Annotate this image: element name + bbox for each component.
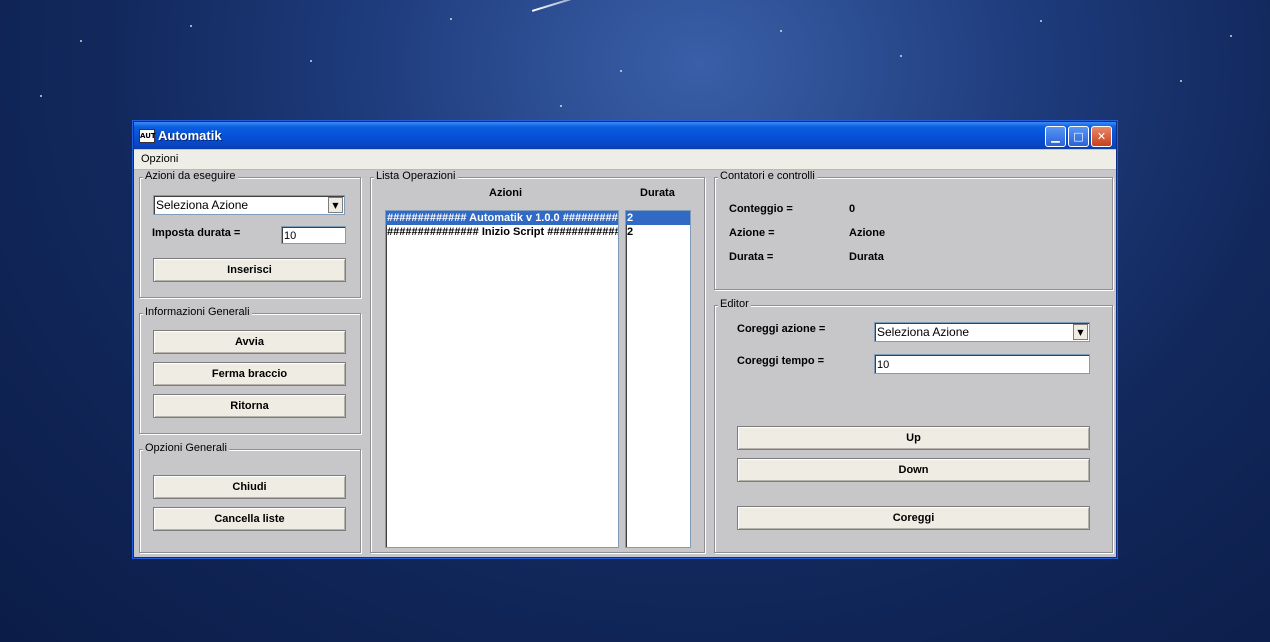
title-bar[interactable]: AUT Automatik ▁ □ ✕ [134,122,1116,149]
star [450,18,452,20]
durata-input[interactable]: 10 [281,226,346,244]
coreggi-button[interactable]: Coreggi [737,506,1090,530]
action-select-value: Seleziona Azione [156,198,249,212]
chevron-down-icon[interactable]: ▼ [1073,324,1088,340]
correggi-azione-select[interactable]: Seleziona Azione ▼ [874,322,1090,342]
star [620,70,622,72]
azione-value: Azione [849,227,886,239]
app-icon: AUT [139,129,156,143]
app-window: AUT Automatik ▁ □ ✕ Opzioni Azioni da es… [133,121,1117,558]
menu-bar: Opzioni [134,150,1116,170]
shooting-star [531,0,700,12]
star [1230,35,1232,37]
ferma-braccio-button[interactable]: Ferma braccio [153,362,346,386]
editor-group: Editor Coreggi azione = Seleziona Azione… [714,298,1113,553]
window-title: Automatik [158,128,222,143]
contatori-group: Contatori e controlli Conteggio = 0 Azio… [714,170,1113,290]
correggi-tempo-input[interactable]: 10 [874,354,1090,374]
opzioni-group: Opzioni Generali Chiudi Cancella liste [139,442,361,553]
action-select[interactable]: Seleziona Azione ▼ [153,195,345,215]
minimize-icon: ▁ [1051,130,1060,143]
lista-group: Lista Operazioni Azioni Durata #########… [370,170,705,553]
list-item-azione[interactable]: ############# Automatik v 1.0.0 ########… [386,211,618,225]
list-item-durata[interactable]: 2 [626,225,690,239]
chiudi-button[interactable]: Chiudi [153,475,346,499]
star [80,40,82,42]
azioni-listbox[interactable]: ############# Automatik v 1.0.0 ########… [385,210,619,548]
close-icon: ✕ [1096,130,1107,143]
imposta-durata-label: Imposta durata = [152,227,241,239]
ritorna-button[interactable]: Ritorna [153,394,346,418]
cancella-liste-button[interactable]: Cancella liste [153,507,346,531]
chevron-down-icon[interactable]: ▼ [328,197,343,213]
maximize-icon: □ [1073,130,1084,143]
star [560,105,562,107]
star [900,55,902,57]
durata-listbox[interactable]: 2 2 [625,210,691,548]
inserisci-button[interactable]: Inserisci [153,258,346,282]
conteggio-value: 0 [849,203,856,215]
conteggio-label: Conteggio = [729,203,793,215]
azioni-group-label: Azioni da eseguire [143,170,238,182]
star [310,60,312,62]
info-group: Informazioni Generali Avvia Ferma bracci… [139,306,361,434]
editor-group-label: Editor [718,298,751,310]
star [190,25,192,27]
close-button[interactable]: ✕ [1091,126,1112,147]
col-header-azioni: Azioni [489,187,522,199]
durata-counter-value: Durata [849,251,884,263]
maximize-button[interactable]: □ [1068,126,1089,147]
opzioni-group-label: Opzioni Generali [143,442,229,454]
lista-group-label: Lista Operazioni [374,170,458,182]
star [1040,20,1042,22]
durata-counter-label: Durata = [729,251,774,263]
star [780,30,782,32]
list-item-durata[interactable]: 2 [626,211,690,225]
azione-label: Azione = [729,227,775,239]
up-button[interactable]: Up [737,426,1090,450]
down-button[interactable]: Down [737,458,1090,482]
avvia-button[interactable]: Avvia [153,330,346,354]
azioni-group: Azioni da eseguire Seleziona Azione ▼ Im… [139,170,361,298]
minimize-button[interactable]: ▁ [1045,126,1066,147]
star [1180,80,1182,82]
contatori-group-label: Contatori e controlli [718,170,817,182]
list-item-azione[interactable]: ############### Inizio Script ##########… [386,225,618,239]
info-group-label: Informazioni Generali [143,306,252,318]
correggi-tempo-label: Coreggi tempo = [737,355,825,367]
correggi-azione-label: Coreggi azione = [737,323,826,335]
star [40,95,42,97]
correggi-azione-value: Seleziona Azione [877,325,970,339]
menu-opzioni[interactable]: Opzioni [141,153,178,165]
col-header-durata: Durata [640,187,675,199]
